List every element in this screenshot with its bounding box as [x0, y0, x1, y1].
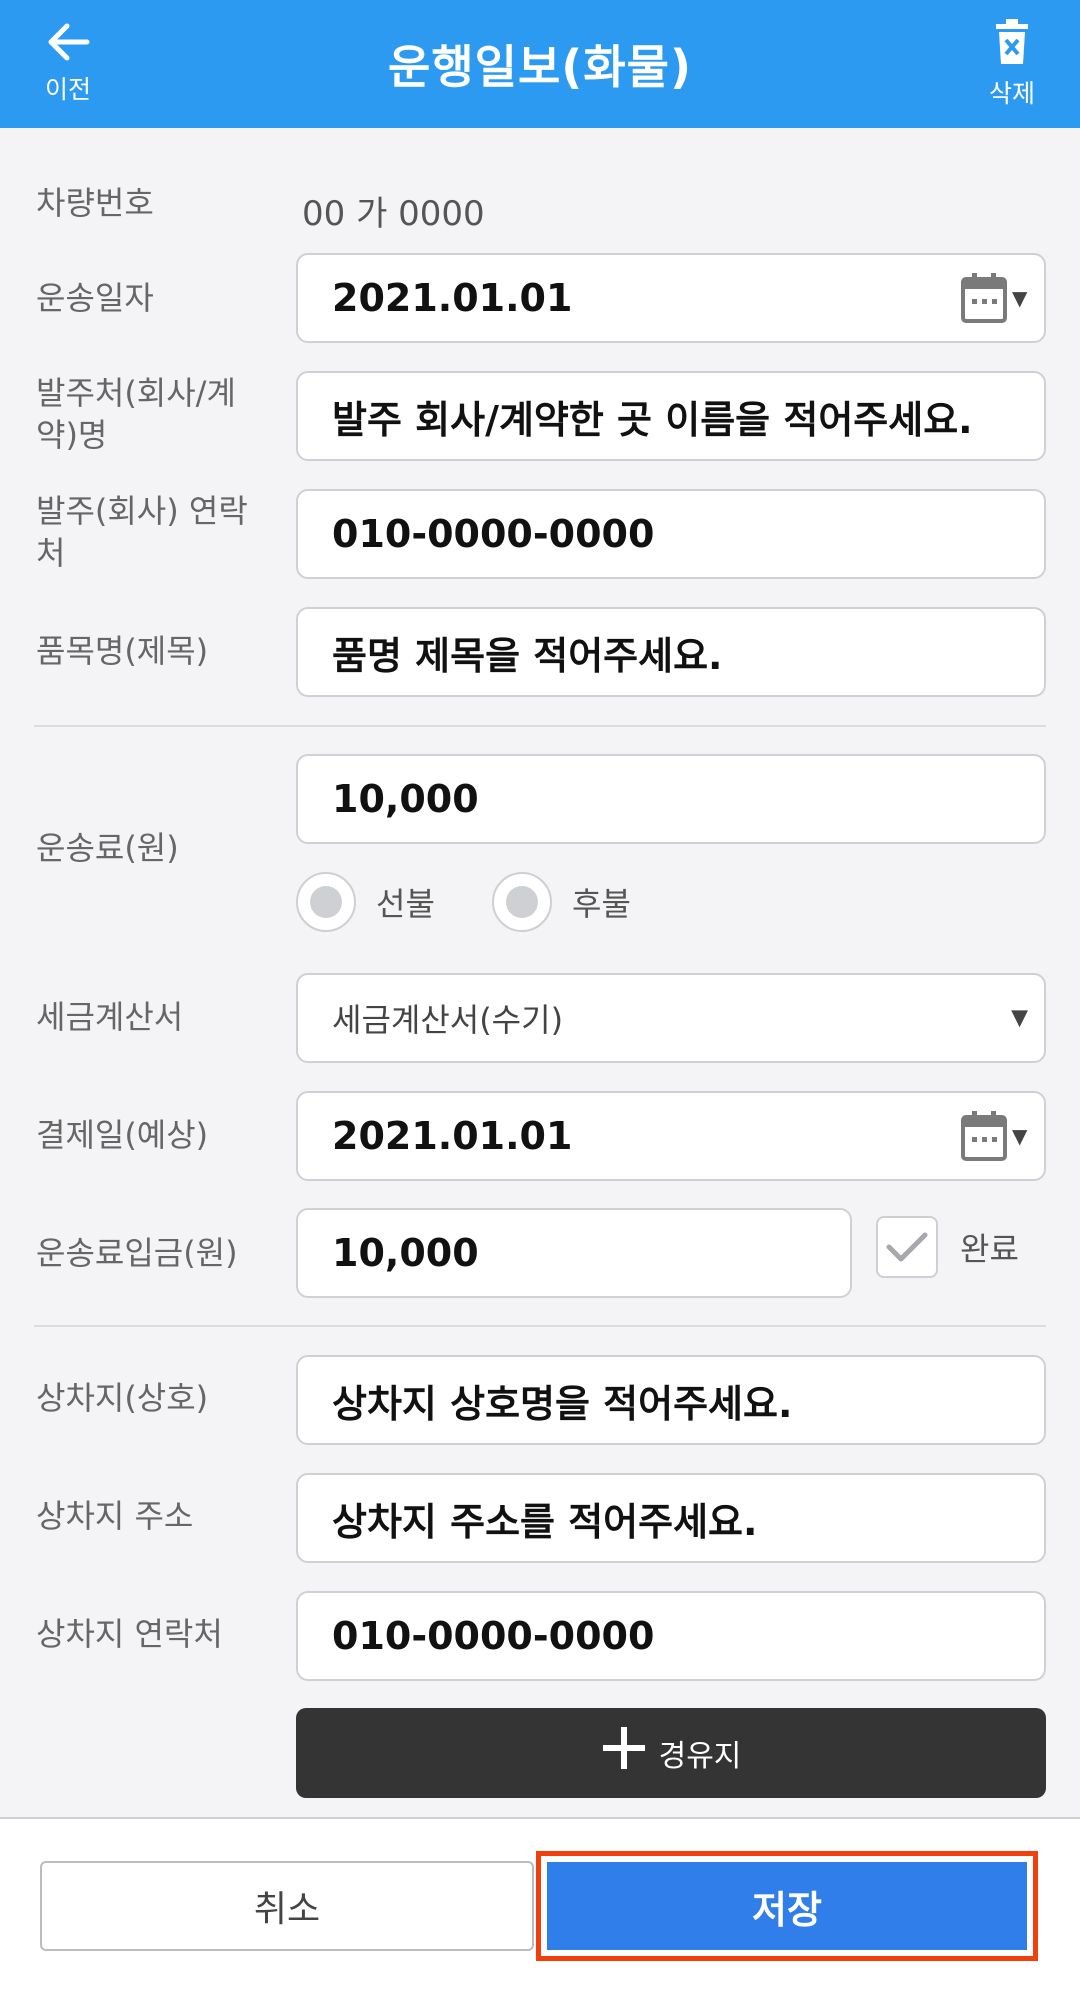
transport-date-value: 2021.01.01 — [332, 276, 573, 320]
freight-fee-label: 운송료(원) — [36, 829, 179, 867]
loading-address-input[interactable]: 상차지 주소를 적어주세요. — [296, 1473, 1046, 1563]
section-divider — [34, 1325, 1046, 1327]
item-name-label: 품목명(제목) — [36, 632, 209, 670]
payment-date-field[interactable]: 2021.01.01 ▼ — [296, 1091, 1046, 1181]
loading-contact-value: 010-0000-0000 — [332, 1614, 655, 1658]
vehicle-number-value: 00 가 0000 — [302, 194, 485, 234]
prepaid-label: 선불 — [376, 885, 435, 923]
complete-label: 완료 — [960, 1230, 1019, 1268]
cancel-label: 취소 — [253, 1889, 321, 1930]
section-divider — [34, 725, 1046, 727]
payment-date-label: 결제일(예상) — [36, 1116, 209, 1154]
trash-icon — [992, 18, 1032, 70]
save-button[interactable]: 저장 — [547, 1862, 1027, 1950]
add-waypoint-button[interactable]: 경유지 — [296, 1708, 1046, 1798]
plus-icon — [601, 1721, 647, 1781]
fee-deposit-label: 운송료입금(원) — [36, 1234, 238, 1272]
delete-label: 삭제 — [988, 79, 1035, 108]
client-contact-label: 발주(회사) 연락처 — [36, 492, 248, 572]
prepaid-radio[interactable]: 선불 — [296, 872, 435, 932]
complete-checkbox[interactable]: 완료 — [876, 1216, 1019, 1278]
postpaid-label: 후불 — [572, 885, 631, 923]
calendar-icon[interactable]: ▼ — [960, 268, 1030, 328]
loading-business-label: 상차지(상호) — [36, 1379, 209, 1417]
loading-address-label: 상차지 주소 — [36, 1497, 194, 1535]
item-name-input[interactable]: 품명 제목을 적어주세요. — [296, 607, 1046, 697]
radio-circle[interactable] — [296, 872, 356, 932]
client-contact-value: 010-0000-0000 — [332, 512, 655, 556]
transport-date-label: 운송일자 — [36, 279, 154, 317]
payment-date-value: 2021.01.01 — [332, 1114, 573, 1158]
page-title: 운행일보(화물) — [388, 40, 692, 94]
client-name-input[interactable]: 발주 회사/계약한 곳 이름을 적어주세요. — [296, 371, 1046, 461]
tax-invoice-select[interactable]: 세금계산서(수기) ▼ — [296, 973, 1046, 1063]
save-button-highlight: 저장 — [536, 1851, 1038, 1961]
freight-fee-input[interactable]: 10,000 — [296, 754, 1046, 844]
fee-deposit-input[interactable]: 10,000 — [296, 1208, 852, 1298]
item-name-placeholder: 품명 제목을 적어주세요. — [332, 633, 723, 678]
client-contact-input[interactable]: 010-0000-0000 — [296, 489, 1046, 579]
app-header: 이전 운행일보(화물) 삭제 — [0, 0, 1080, 128]
vehicle-number-label: 차량번호 — [36, 184, 154, 222]
loading-contact-input[interactable]: 010-0000-0000 — [296, 1591, 1046, 1681]
checkbox-box[interactable] — [876, 1216, 938, 1278]
loading-contact-label: 상차지 연락처 — [36, 1615, 223, 1653]
tax-invoice-label: 세금계산서 — [36, 998, 184, 1036]
freight-fee-value: 10,000 — [332, 777, 479, 821]
waypoint-label: 경유지 — [658, 1739, 742, 1774]
tax-invoice-selected: 세금계산서(수기) — [332, 1001, 564, 1039]
client-name-placeholder: 발주 회사/계약한 곳 이름을 적어주세요. — [332, 397, 973, 442]
transport-date-field[interactable]: 2021.01.01 ▼ — [296, 253, 1046, 343]
radio-circle[interactable] — [492, 872, 552, 932]
loading-address-placeholder: 상차지 주소를 적어주세요. — [332, 1499, 758, 1544]
chevron-down-icon: ▼ — [1011, 1005, 1028, 1031]
save-label: 저장 — [752, 1887, 822, 1932]
calendar-icon[interactable]: ▼ — [960, 1106, 1030, 1166]
delete-button[interactable]: 삭제 — [952, 0, 1072, 128]
postpaid-radio[interactable]: 후불 — [492, 872, 631, 932]
check-icon — [886, 1232, 928, 1262]
fee-deposit-value: 10,000 — [332, 1231, 479, 1275]
client-name-label: 발주처(회사/계약)명 — [36, 374, 236, 454]
cancel-button[interactable]: 취소 — [40, 1861, 534, 1951]
loading-business-placeholder: 상차지 상호명을 적어주세요. — [332, 1381, 793, 1426]
loading-business-input[interactable]: 상차지 상호명을 적어주세요. — [296, 1355, 1046, 1445]
action-footer: 취소 저장 — [0, 1819, 1080, 2000]
